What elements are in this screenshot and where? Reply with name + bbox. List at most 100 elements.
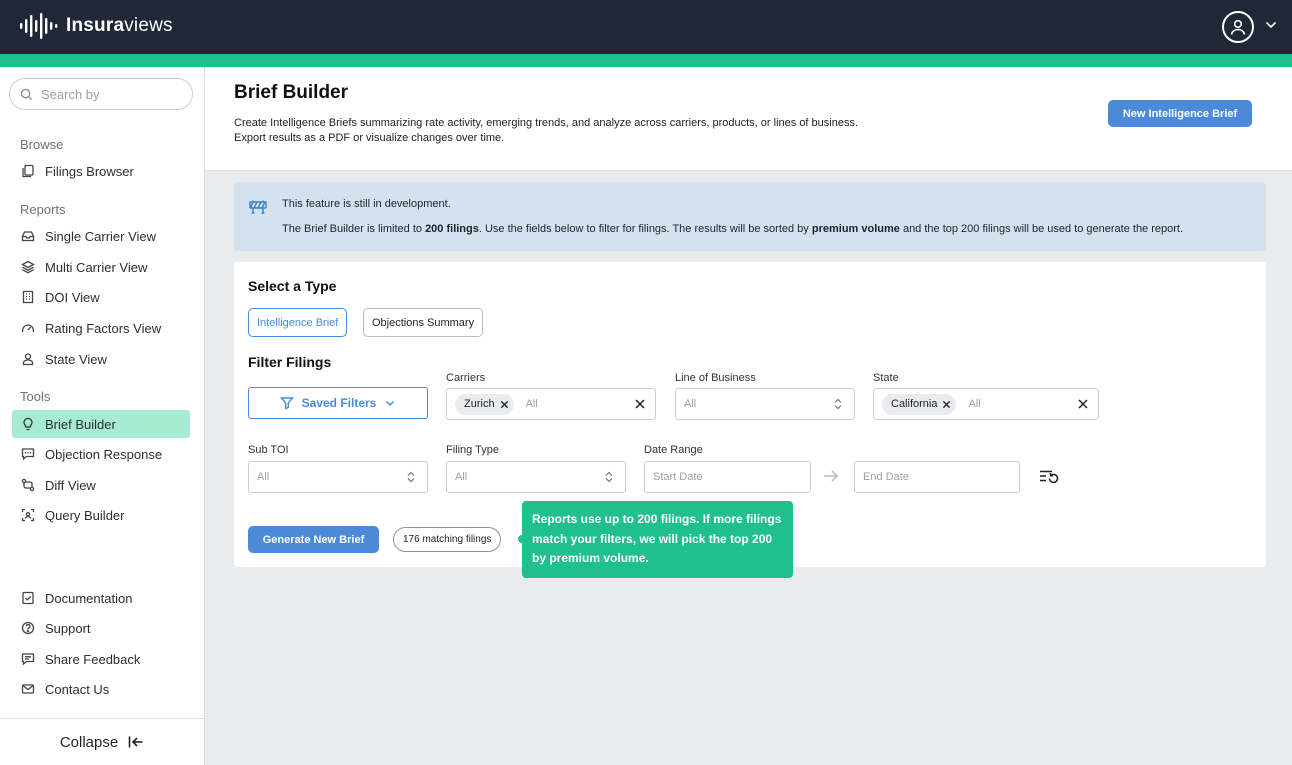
top-bar: Insuraviews	[0, 0, 1292, 54]
state-multiselect[interactable]: California All	[873, 388, 1099, 420]
updown-caret-icon	[834, 398, 842, 410]
sidebar-item-label: Support	[45, 620, 91, 636]
copy-icon	[22, 164, 34, 178]
search-input[interactable]	[41, 86, 181, 102]
matching-filings-count: 176 matching filings	[393, 527, 502, 552]
sidebar-item-objection-response[interactable]: Objection Response	[12, 440, 190, 468]
soundwave-logo-icon	[20, 13, 58, 39]
page-title: Brief Builder	[234, 82, 349, 103]
sidebar-item-label: Documentation	[45, 590, 133, 606]
sidebar-item-label: Filings Browser	[45, 163, 134, 179]
state-placeholder: All	[968, 398, 981, 410]
sidebar-item-query-builder[interactable]: Query Builder	[12, 501, 190, 529]
development-notice: This feature is still in development. Th…	[234, 182, 1266, 251]
section-label-tools: Tools	[20, 389, 51, 404]
scan-icon	[21, 508, 35, 522]
notice-line-1: This feature is still in development.	[282, 198, 451, 210]
new-intelligence-brief-button[interactable]: New Intelligence Brief	[1108, 100, 1252, 127]
user-avatar-button[interactable]	[1222, 11, 1254, 43]
sidebar-item-filings-browser[interactable]: Filings Browser	[12, 157, 190, 185]
sidebar-item-share-feedback[interactable]: Share Feedback	[12, 645, 190, 673]
generate-new-brief-button[interactable]: Generate New Brief	[248, 526, 379, 553]
sidebar-item-label: State View	[45, 351, 107, 367]
sidebar-item-brief-builder[interactable]: Brief Builder	[12, 410, 190, 438]
sidebar-item-label: Brief Builder	[45, 416, 116, 432]
message-icon	[21, 448, 35, 461]
help-circle-icon	[21, 621, 35, 635]
collapse-button[interactable]: Collapse	[0, 718, 204, 765]
brief-builder-card: Select a Type Intelligence Brief Objecti…	[234, 262, 1266, 578]
lightbulb-icon	[23, 417, 33, 431]
gauge-icon	[21, 324, 35, 333]
sidebar-item-label: Contact Us	[45, 681, 110, 697]
sidebar-item-label: Objection Response	[45, 446, 163, 462]
sidebar: Browse Filings Browser Reports Single Ca…	[0, 67, 205, 765]
saved-filters-dropdown[interactable]: Saved Filters	[248, 387, 428, 419]
sidebar-item-support[interactable]: Support	[12, 614, 190, 642]
carrier-chip: Zurich	[455, 393, 514, 415]
select-type-heading: Select a Type	[248, 278, 337, 294]
section-label-reports: Reports	[20, 202, 66, 217]
filter-filings-heading: Filter Filings	[248, 354, 332, 370]
building-icon	[22, 290, 34, 304]
layers-icon	[21, 260, 35, 274]
updown-caret-icon	[605, 471, 613, 483]
reset-filters-icon[interactable]	[1039, 469, 1059, 485]
inbox-icon	[21, 231, 35, 242]
brand-name: Insuraviews	[66, 15, 173, 36]
accent-strip	[0, 54, 1292, 67]
mail-icon	[21, 684, 35, 694]
page-header: Brief Builder Create Intelligence Briefs…	[205, 67, 1292, 171]
sidebar-item-diff-view[interactable]: Diff View	[12, 471, 190, 499]
sidebar-item-label: Multi Carrier View	[45, 259, 148, 275]
start-date-input[interactable]	[644, 461, 811, 493]
filing-type-label: Filing Type	[446, 444, 499, 456]
sub-toi-select[interactable]: All	[248, 461, 428, 493]
type-objections-summary-button[interactable]: Objections Summary	[363, 308, 484, 337]
section-label-browse: Browse	[20, 137, 64, 152]
sub-toi-label: Sub TOI	[248, 444, 289, 456]
filings-limit-tooltip: Reports use up to 200 filings. If more f…	[522, 501, 793, 578]
end-date-input[interactable]	[854, 461, 1020, 493]
sidebar-item-doi-view[interactable]: DOI View	[12, 283, 190, 311]
sidebar-search[interactable]	[9, 78, 193, 110]
clear-icon[interactable]	[635, 399, 645, 409]
type-intelligence-brief-button[interactable]: Intelligence Brief	[248, 308, 348, 337]
sidebar-item-label: Diff View	[45, 477, 96, 493]
updown-caret-icon	[407, 471, 415, 483]
sidebar-item-label: Rating Factors View	[45, 320, 162, 336]
carriers-placeholder: All	[525, 398, 538, 410]
filter-icon	[279, 397, 294, 410]
sidebar-item-single-carrier-view[interactable]: Single Carrier View	[12, 222, 190, 250]
saved-filters-label: Saved Filters	[301, 396, 377, 410]
sidebar-item-label: DOI View	[45, 289, 100, 305]
notice-line-2: The Brief Builder is limited to 200 fili…	[282, 223, 1184, 235]
sidebar-item-documentation[interactable]: Documentation	[12, 584, 190, 612]
collapse-left-icon	[128, 736, 143, 748]
remove-chip-icon[interactable]	[500, 400, 509, 409]
diff-icon	[21, 478, 35, 492]
sidebar-item-state-view[interactable]: State View	[12, 345, 190, 373]
chevron-down-icon[interactable]	[1264, 18, 1278, 32]
page-description: Create Intelligence Briefs summarizing r…	[234, 117, 859, 144]
state-label: State	[873, 372, 899, 384]
construction-barrier-icon	[249, 200, 267, 214]
brand-logo[interactable]: Insuraviews	[20, 13, 173, 39]
sidebar-item-contact-us[interactable]: Contact Us	[12, 675, 190, 703]
sidebar-item-label: Share Feedback	[45, 651, 141, 667]
sidebar-item-label: Query Builder	[45, 507, 125, 523]
search-icon	[20, 88, 33, 100]
line-of-business-select[interactable]: All	[675, 388, 855, 420]
user-pin-icon	[22, 353, 34, 366]
arrow-right-icon	[824, 470, 839, 482]
filing-type-select[interactable]: All	[446, 461, 626, 493]
chevron-down-icon	[386, 400, 395, 407]
sidebar-item-rating-factors-view[interactable]: Rating Factors View	[12, 314, 190, 342]
document-check-icon	[22, 591, 34, 605]
sidebar-item-label: Single Carrier View	[45, 228, 157, 244]
carriers-multiselect[interactable]: Zurich All	[446, 388, 656, 420]
clear-icon[interactable]	[1078, 399, 1088, 409]
user-icon	[1230, 19, 1246, 35]
sidebar-item-multi-carrier-view[interactable]: Multi Carrier View	[12, 253, 190, 281]
remove-chip-icon[interactable]	[942, 400, 951, 409]
